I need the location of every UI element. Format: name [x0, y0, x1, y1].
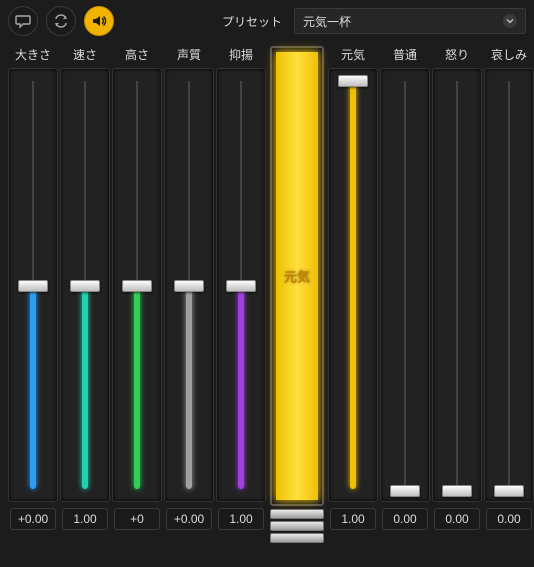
slider-fill	[134, 284, 140, 489]
speaker-button[interactable]	[84, 6, 114, 36]
slider-label: 抑揚	[229, 44, 253, 64]
slider-value[interactable]: +0.00	[166, 508, 212, 530]
topbar: プリセット 元気一杯	[0, 0, 534, 40]
slider-value[interactable]: +0	[114, 508, 160, 530]
style-handle-bar[interactable]	[270, 533, 324, 543]
preset-label: プリセット	[222, 13, 286, 30]
slider-value[interactable]: 0.00	[434, 508, 480, 530]
loop-icon	[53, 13, 69, 29]
slider-track[interactable]	[216, 68, 266, 502]
left-slider-2: 高さ +0	[112, 44, 162, 543]
left-slider-1: 速さ 1.00	[60, 44, 110, 543]
style-handle-bar[interactable]	[270, 509, 324, 519]
slider-fill	[186, 284, 192, 489]
slider-thumb[interactable]	[442, 485, 472, 497]
slider-value[interactable]: 0.00	[486, 508, 532, 530]
slider-track[interactable]	[164, 68, 214, 502]
slider-thumb[interactable]	[494, 485, 524, 497]
left-slider-0: 大きさ +0.00	[8, 44, 58, 543]
style-handle-bar[interactable]	[270, 521, 324, 531]
slider-thumb[interactable]	[338, 75, 368, 87]
right-slider-1: 普通 0.00	[380, 44, 430, 543]
sliders-area: 大きさ +0.00 速さ 1.00 高さ +0 声質 +0.00 抑揚 1.00 元気 元気 1.0…	[0, 40, 534, 551]
preset-select-value: 元気一杯	[303, 13, 351, 30]
speech-bubble-button[interactable]	[8, 6, 38, 36]
slider-groove	[456, 81, 458, 489]
slider-value[interactable]: +0.00	[10, 508, 56, 530]
right-slider-3: 哀しみ 0.00	[484, 44, 534, 543]
slider-label: 元気	[341, 44, 365, 64]
slider-fill	[82, 284, 88, 489]
right-slider-0: 元気 1.00	[328, 44, 378, 543]
style-meter-handles[interactable]	[270, 509, 324, 543]
slider-track[interactable]	[484, 68, 534, 502]
slider-label: 声質	[177, 44, 201, 64]
slider-thumb[interactable]	[174, 280, 204, 292]
style-meter-label: 元気	[272, 267, 322, 286]
style-meter: 元気	[270, 46, 324, 506]
speech-bubble-icon	[15, 13, 31, 29]
loop-button[interactable]	[46, 6, 76, 36]
left-slider-3: 声質 +0.00	[164, 44, 214, 543]
slider-track[interactable]	[112, 68, 162, 502]
chevron-down-icon	[503, 14, 517, 28]
slider-track[interactable]	[8, 68, 58, 502]
slider-value[interactable]: 1.00	[62, 508, 108, 530]
slider-label: 高さ	[125, 44, 149, 64]
style-meter-column: 元気	[270, 44, 324, 543]
slider-fill	[238, 284, 244, 489]
slider-label: 大きさ	[15, 44, 51, 64]
slider-fill	[350, 79, 356, 489]
slider-label: 哀しみ	[491, 44, 527, 64]
slider-value[interactable]: 0.00	[382, 508, 428, 530]
slider-label: 普通	[393, 44, 417, 64]
slider-value[interactable]: 1.00	[330, 508, 376, 530]
slider-value[interactable]: 1.00	[218, 508, 264, 530]
slider-thumb[interactable]	[18, 280, 48, 292]
slider-label: 速さ	[73, 44, 97, 64]
speaker-icon	[91, 13, 107, 29]
slider-track[interactable]	[60, 68, 110, 502]
slider-groove	[404, 81, 406, 489]
slider-thumb[interactable]	[390, 485, 420, 497]
slider-track[interactable]	[432, 68, 482, 502]
left-slider-4: 抑揚 1.00	[216, 44, 266, 543]
voice-parameter-panel: プリセット 元気一杯 大きさ +0.00 速さ 1.00 高さ +0 声質 +0.00 抑揚 1.…	[0, 0, 534, 567]
slider-track[interactable]	[328, 68, 378, 502]
preset-select[interactable]: 元気一杯	[294, 8, 526, 34]
slider-thumb[interactable]	[122, 280, 152, 292]
slider-label: 怒り	[445, 44, 469, 64]
slider-track[interactable]	[380, 68, 430, 502]
right-slider-2: 怒り 0.00	[432, 44, 482, 543]
slider-fill	[30, 284, 36, 489]
slider-groove	[508, 81, 510, 489]
slider-thumb[interactable]	[70, 280, 100, 292]
slider-thumb[interactable]	[226, 280, 256, 292]
